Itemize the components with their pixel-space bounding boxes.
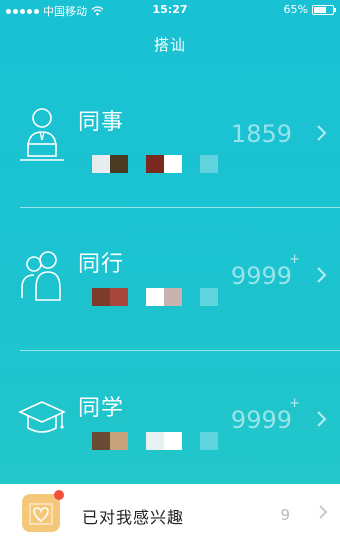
battery-percent: 65%	[283, 3, 308, 16]
avatar-thumbnail	[200, 155, 218, 173]
status-bar: 中国移动 15:27 65%	[0, 0, 340, 20]
avatar-thumbnail	[164, 155, 182, 173]
avatar-gap	[182, 288, 200, 306]
avatar-thumbnail	[200, 432, 218, 450]
row-label: 同事	[78, 110, 125, 135]
avatar-thumbnail	[110, 288, 128, 306]
graduation-cap-icon	[18, 401, 66, 433]
battery-icon	[312, 4, 336, 15]
row-label: 同学	[78, 396, 125, 421]
chevron-right-icon	[317, 267, 327, 283]
chevron-right-icon	[317, 125, 327, 141]
row-peers[interactable]: 同行 9999 +	[0, 208, 340, 348]
avatar-strip	[92, 288, 218, 306]
avatar-thumbnail	[146, 155, 164, 173]
heart-icon	[29, 503, 53, 525]
row-count-plus: +	[289, 252, 300, 267]
avatar-thumbnail	[110, 155, 128, 173]
peers-icon	[21, 251, 61, 301]
row-count: 1859	[230, 120, 292, 148]
avatar-gap	[128, 288, 146, 306]
avatar-thumbnail	[164, 432, 182, 450]
page-title: 搭讪	[153, 36, 186, 54]
avatar-thumbnail	[92, 155, 110, 173]
avatar-thumbnail	[146, 288, 164, 306]
row-colleagues[interactable]: 同事 1859	[0, 68, 340, 208]
chevron-right-icon	[319, 505, 328, 519]
heart-icon-tile	[22, 494, 60, 532]
row-count-plus: +	[289, 396, 300, 411]
battery-fill	[314, 6, 326, 13]
notification-dot	[54, 490, 64, 500]
avatar-gap	[182, 155, 200, 173]
interested-count: 9	[280, 506, 290, 524]
avatar-gap	[128, 432, 146, 450]
row-classmates[interactable]: 同学 9999 +	[0, 352, 340, 492]
avatar-strip	[92, 155, 218, 173]
row-count: 9999	[230, 262, 292, 290]
row-count: 9999	[230, 406, 292, 434]
chevron-right-icon	[317, 411, 327, 427]
colleague-icon	[20, 108, 64, 161]
avatar-thumbnail	[92, 288, 110, 306]
avatar-thumbnail	[110, 432, 128, 450]
avatar-thumbnail	[164, 288, 182, 306]
avatar-gap	[128, 155, 146, 173]
status-right: 65%	[283, 3, 336, 16]
row-label: 同行	[78, 252, 125, 277]
avatar-thumbnail	[146, 432, 164, 450]
avatar-thumbnail	[200, 288, 218, 306]
avatar-thumbnail	[92, 432, 110, 450]
avatar-gap	[182, 432, 200, 450]
interested-in-me-bar[interactable]: 已对我感兴趣 9	[0, 484, 340, 546]
avatar-strip	[92, 432, 218, 450]
interested-label: 已对我感兴趣	[82, 508, 185, 527]
divider	[20, 350, 340, 351]
